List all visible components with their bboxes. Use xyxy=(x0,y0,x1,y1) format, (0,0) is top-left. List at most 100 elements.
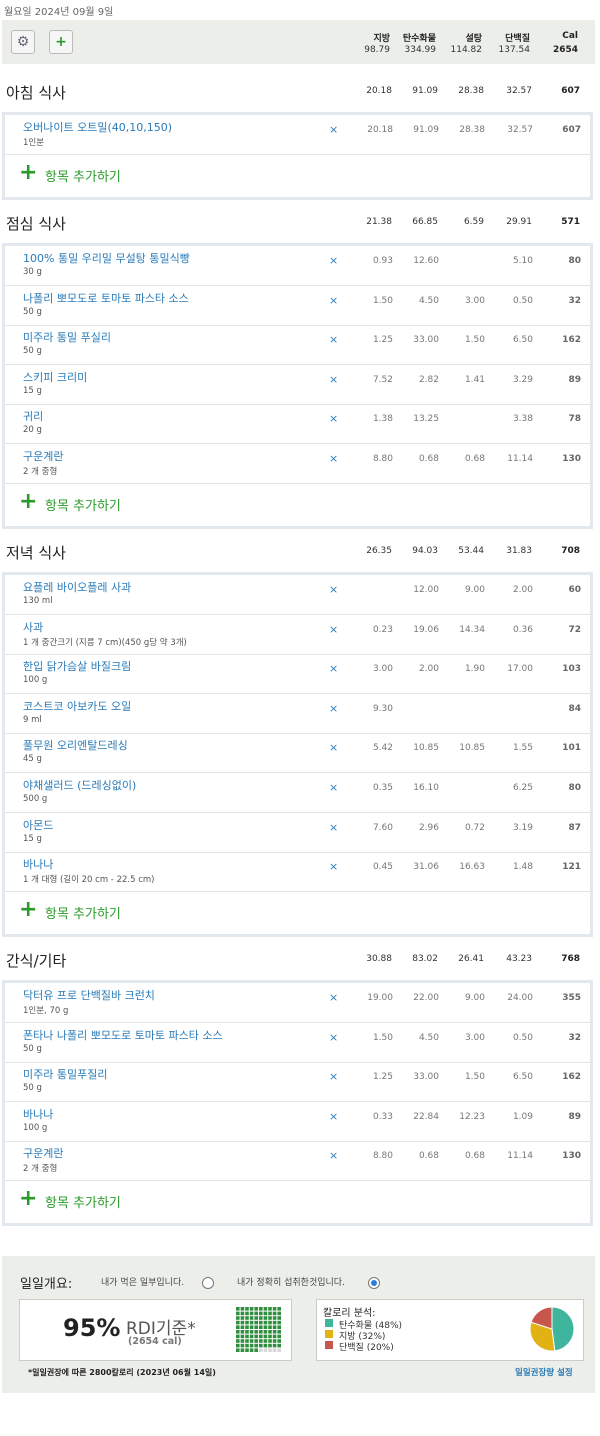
food-value: 2.00 xyxy=(512,585,533,595)
close-icon[interactable]: × xyxy=(329,662,338,675)
close-icon[interactable]: × xyxy=(329,741,338,754)
rdi-grid-cell xyxy=(268,1320,272,1325)
food-row: 사과 1 개 중간크기 (지름 7 cm)(450 g당 약 3개) × 0.23 19… xyxy=(5,615,590,655)
add-item-button[interactable]: + 항목 추가하기 xyxy=(5,158,590,194)
close-icon[interactable]: × xyxy=(329,781,338,794)
food-value: 121 xyxy=(562,862,581,873)
settings-button[interactable]: ⚙ xyxy=(11,30,35,54)
food-name-link[interactable]: 귀리 xyxy=(23,408,43,424)
rdi-grid-cell xyxy=(249,1330,254,1334)
rdi-grid-cell xyxy=(263,1348,268,1352)
column-header: 탄수화물 xyxy=(402,34,436,44)
food-serving: 130 ml xyxy=(23,596,53,606)
close-icon[interactable]: × xyxy=(329,860,338,873)
food-name-link[interactable]: 닥터유 프로 단백질바 크런치 xyxy=(23,987,155,1003)
rdi-grid-cell xyxy=(277,1311,281,1316)
food-serving: 20 g xyxy=(23,425,42,436)
food-name-link[interactable]: 100% 통밀 우리밀 무설탕 통밀식빵 xyxy=(23,250,190,266)
food-serving: 15 g xyxy=(23,833,42,844)
food-name-link[interactable]: 스키피 크리미 xyxy=(23,369,87,385)
food-name-link[interactable]: 아몬드 xyxy=(23,817,53,833)
rdi-grid-cell xyxy=(259,1334,263,1339)
rdi-grid-cell xyxy=(254,1316,258,1320)
food-value: 1.50 xyxy=(464,335,485,346)
rdi-grid-cell xyxy=(263,1339,268,1343)
food-name-link[interactable]: 한입 닭가슴살 바질크림 xyxy=(23,658,131,674)
add-item-button[interactable]: + 항목 추가하기 xyxy=(5,487,590,523)
food-value: 72 xyxy=(568,624,581,635)
add-item-button[interactable]: + 항목 추가하기 xyxy=(5,1184,590,1220)
food-name-link[interactable]: 나폴리 뽀모도로 토마토 파스타 소스 xyxy=(23,290,189,306)
food-name-link[interactable]: 야채샐러드 (드레싱없이) xyxy=(23,777,136,793)
column-header: 설탕 xyxy=(465,34,482,44)
rdi-grid-cell xyxy=(268,1343,272,1348)
rdi-grid-cell xyxy=(240,1334,245,1339)
summary-title: 일일개요: xyxy=(20,1277,73,1292)
rdi-grid-cell xyxy=(254,1339,258,1343)
close-icon[interactable]: × xyxy=(329,452,338,465)
food-value: 19.00 xyxy=(367,993,393,1003)
food-serving: 2 개 중형 xyxy=(23,1164,58,1175)
close-icon[interactable]: × xyxy=(329,1031,338,1044)
close-icon[interactable]: × xyxy=(329,583,338,596)
close-icon[interactable]: × xyxy=(329,412,338,425)
option-exact-radio[interactable] xyxy=(368,1277,380,1289)
rdi-percent: 95% xyxy=(63,1314,121,1342)
rdi-grid-cell xyxy=(236,1343,240,1348)
food-name-link[interactable]: 요플레 바이오플레 사과 xyxy=(23,579,131,595)
food-name-link[interactable]: 오버나이트 오트밀(40,10,150) xyxy=(23,119,172,135)
option-partial-radio[interactable] xyxy=(202,1277,214,1289)
food-value: 1.50 xyxy=(464,1072,485,1083)
close-icon[interactable]: × xyxy=(329,333,338,346)
close-icon[interactable]: × xyxy=(329,294,338,307)
rdi-grid-cell xyxy=(272,1334,277,1339)
column-header: Cal xyxy=(562,31,578,41)
close-icon[interactable]: × xyxy=(329,1110,338,1123)
close-icon[interactable]: × xyxy=(329,1070,338,1083)
calorie-pie-chart xyxy=(529,1306,575,1352)
add-item-button[interactable]: + 항목 추가하기 xyxy=(5,895,590,931)
meal-total-value: 91.09 xyxy=(412,86,438,96)
rdi-grid-cell xyxy=(236,1339,240,1343)
food-value: 1.41 xyxy=(464,374,485,385)
daily-total-value: 334.99 xyxy=(404,45,437,55)
food-serving: 100 g xyxy=(23,675,48,686)
food-name-link[interactable]: 구운계란 xyxy=(23,448,63,464)
rdi-grid-cell xyxy=(263,1343,268,1348)
close-icon[interactable]: × xyxy=(329,991,338,1004)
rdi-grid-cell xyxy=(240,1316,245,1320)
food-name-link[interactable]: 구운계란 xyxy=(23,1145,63,1161)
food-value: 103 xyxy=(562,664,581,675)
rdi-grid-cell xyxy=(249,1343,254,1348)
close-icon[interactable]: × xyxy=(329,373,338,386)
add-meal-button[interactable]: + xyxy=(49,30,73,54)
rdi-grid-cell xyxy=(268,1325,272,1329)
food-name-link[interactable]: 미주라 통밀푸질리 xyxy=(23,1066,107,1082)
rdi-grid-cell xyxy=(240,1343,245,1348)
rdi-settings-link[interactable]: 일일권장량 설정 xyxy=(515,1366,573,1378)
close-icon[interactable]: × xyxy=(329,821,338,834)
close-icon[interactable]: × xyxy=(329,623,338,636)
food-value: 1.50 xyxy=(372,1032,393,1043)
food-name-link[interactable]: 미주라 통밀 푸실리 xyxy=(23,329,111,345)
close-icon[interactable]: × xyxy=(329,1149,338,1162)
food-name-link[interactable]: 폰타나 나폴리 뽀모도로 토마토 파스타 소스 xyxy=(23,1027,223,1043)
food-name-link[interactable]: 바나나 xyxy=(23,1106,53,1122)
rdi-grid-cell xyxy=(240,1339,245,1343)
food-value: 91.09 xyxy=(413,125,439,135)
rdi-grid-cell xyxy=(245,1311,249,1316)
food-name-link[interactable]: 바나나 xyxy=(23,856,53,872)
food-value: 80 xyxy=(568,256,581,266)
food-name-link[interactable]: 사과 xyxy=(23,619,43,635)
plus-icon: + xyxy=(19,159,38,185)
close-icon[interactable]: × xyxy=(329,123,338,136)
food-name-link[interactable]: 코스트코 아보카도 오일 xyxy=(23,698,131,714)
food-value: 32.57 xyxy=(507,125,533,135)
food-value: 101 xyxy=(562,743,581,754)
rdi-grid-cell xyxy=(268,1348,272,1352)
close-icon[interactable]: × xyxy=(329,702,338,715)
rdi-grid-cell xyxy=(263,1330,268,1334)
food-name-link[interactable]: 풀무원 오리엔탈드레싱 xyxy=(23,737,128,753)
option-partial-label: 내가 먹은 일부입니다. xyxy=(101,1278,185,1288)
close-icon[interactable]: × xyxy=(329,254,338,267)
